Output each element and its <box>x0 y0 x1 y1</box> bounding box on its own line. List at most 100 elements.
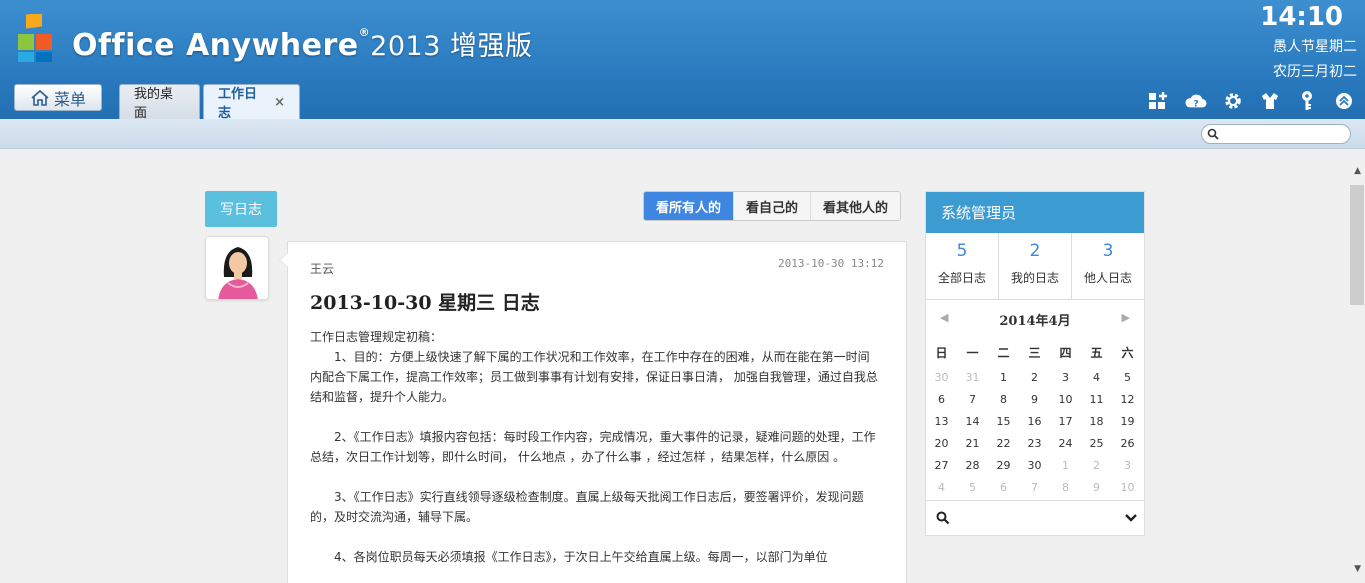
add-widget-icon[interactable] <box>1148 90 1170 112</box>
panel-title: 系统管理员 <box>926 192 1144 233</box>
app-header: Office Anywhere®2013 增强版 14:10 愚人节星期二 农历… <box>0 0 1365 121</box>
shirt-theme-icon[interactable] <box>1259 90 1281 112</box>
log-author[interactable]: 王云 <box>310 260 334 277</box>
calendar-day[interactable]: 6 <box>926 388 957 410</box>
search-input[interactable] <box>1201 124 1351 144</box>
tab-my-desktop[interactable]: 我的桌面 <box>119 84 200 121</box>
scroll-up-arrow-icon[interactable]: ▲ <box>1354 166 1361 176</box>
avatar[interactable] <box>205 236 269 300</box>
stat-all-logs[interactable]: 5 全部日志 <box>926 233 998 299</box>
calendar-day[interactable]: 4 <box>926 476 957 498</box>
calendar-day[interactable]: 27 <box>926 454 957 476</box>
calendar-day[interactable]: 23 <box>1019 432 1050 454</box>
calendar-day[interactable]: 21 <box>957 432 988 454</box>
search-icon <box>1207 128 1219 140</box>
calendar-day[interactable]: 5 <box>1112 366 1143 388</box>
stat-label: 我的日志 <box>1010 271 1059 285</box>
calendar-day[interactable]: 10 <box>1050 388 1081 410</box>
calendar-day[interactable]: 15 <box>988 410 1019 432</box>
user-log-panel: 系统管理员 5 全部日志 2 我的日志 3 他人日志 ◀ 2014年4月 ▶ 日… <box>925 191 1145 536</box>
log-intro: 工作日志管理规定初稿： <box>310 330 443 344</box>
chevron-down-icon[interactable] <box>1124 513 1138 523</box>
calendar-day[interactable]: 6 <box>988 476 1019 498</box>
calendar-day[interactable]: 28 <box>957 454 988 476</box>
stat-label: 他人日志 <box>1083 271 1132 285</box>
weekday-label: 四 <box>1059 345 1072 360</box>
tab-work-log[interactable]: 工作日志 × <box>203 84 300 121</box>
calendar-day[interactable]: 12 <box>1112 388 1143 410</box>
log-paragraph: 2、《工作日志》填报内容包括：每时段工作内容，完成情况，重大事件的记录，疑难问题… <box>310 430 876 464</box>
log-entry-card: 王云 2013-10-30 13:12 2013-10-30 星期三 日志 工作… <box>279 241 907 583</box>
tab-label: 我的桌面 <box>134 87 174 121</box>
log-paragraph: 4、各岗位职员每天必须填报《工作日志》，于次日上午交给直属上级。每周一，以部门为… <box>334 550 828 564</box>
calendar-day[interactable]: 18 <box>1081 410 1112 432</box>
calendar-day[interactable]: 13 <box>926 410 957 432</box>
calendar-day[interactable]: 1 <box>1050 454 1081 476</box>
calendar-day[interactable]: 5 <box>957 476 988 498</box>
log-filter-group: 看所有人的 看自己的 看其他人的 <box>643 191 902 221</box>
panel-search-bar[interactable] <box>926 500 1144 535</box>
calendar-day[interactable]: 19 <box>1112 410 1143 432</box>
calendar-day[interactable]: 7 <box>957 388 988 410</box>
menu-button[interactable]: 菜单 <box>14 84 102 111</box>
log-title[interactable]: 2013-10-30 星期三 日志 <box>310 288 540 315</box>
prev-month-icon[interactable]: ◀ <box>940 311 948 324</box>
weekday-label: 日 <box>935 345 948 360</box>
home-icon <box>31 89 49 106</box>
log-stats: 5 全部日志 2 我的日志 3 他人日志 <box>926 233 1144 300</box>
calendar-day[interactable]: 26 <box>1112 432 1143 454</box>
cloud-help-icon[interactable]: ? <box>1185 90 1207 112</box>
weekday-label: 一 <box>966 345 979 360</box>
collapse-up-icon[interactable] <box>1333 90 1355 112</box>
stat-my-logs[interactable]: 2 我的日志 <box>998 233 1071 299</box>
menu-label: 菜单 <box>53 89 86 109</box>
calendar-day[interactable]: 2 <box>1019 366 1050 388</box>
calendar-day[interactable]: 30 <box>926 366 957 388</box>
calendar-day[interactable]: 29 <box>988 454 1019 476</box>
calendar-day[interactable]: 20 <box>926 432 957 454</box>
calendar-day[interactable]: 3 <box>1112 454 1143 476</box>
filter-mine-button[interactable]: 看自己的 <box>733 192 810 220</box>
calendar-day[interactable]: 9 <box>1019 388 1050 410</box>
app-title: Office Anywhere®2013 增强版 <box>72 24 532 63</box>
holiday-weekday: 愚人节星期二 <box>1273 39 1357 55</box>
calendar-day[interactable]: 14 <box>957 410 988 432</box>
calendar-day[interactable]: 17 <box>1050 410 1081 432</box>
search-icon[interactable] <box>936 511 950 525</box>
write-log-button[interactable]: 写日志 <box>205 191 277 227</box>
calendar-day[interactable]: 8 <box>1050 476 1081 498</box>
calendar-day[interactable]: 10 <box>1112 476 1143 498</box>
gear-icon[interactable] <box>1222 90 1244 112</box>
calendar-day[interactable]: 11 <box>1081 388 1112 410</box>
calendar-day[interactable]: 24 <box>1050 432 1081 454</box>
calendar-day[interactable]: 1 <box>988 366 1019 388</box>
calendar-day[interactable]: 8 <box>988 388 1019 410</box>
calendar-month: 2014年4月 <box>999 313 1071 329</box>
calendar-day[interactable]: 16 <box>1019 410 1050 432</box>
calendar-day[interactable]: 9 <box>1081 476 1112 498</box>
weekday-label: 三 <box>1028 345 1041 360</box>
calendar-day[interactable]: 4 <box>1081 366 1112 388</box>
calendar-day[interactable]: 25 <box>1081 432 1112 454</box>
calendar-day[interactable]: 31 <box>957 366 988 388</box>
calendar-day[interactable]: 2 <box>1081 454 1112 476</box>
log-body: 工作日志管理规定初稿： 1、目的：方便上级快速了解下属的工作状况和工作效率，在工… <box>310 327 880 583</box>
log-paragraph: 1、目的：方便上级快速了解下属的工作状况和工作效率，在工作中存在的困难，从而在能… <box>310 350 878 404</box>
toolbar: ? <box>1148 90 1355 112</box>
calendar-day[interactable]: 7 <box>1019 476 1050 498</box>
scrollbar-thumb[interactable] <box>1350 185 1364 305</box>
filter-all-button[interactable]: 看所有人的 <box>644 192 734 220</box>
calendar-day[interactable]: 3 <box>1050 366 1081 388</box>
lunar-date: 农历三月初二 <box>1273 64 1357 80</box>
stat-others-logs[interactable]: 3 他人日志 <box>1071 233 1144 299</box>
calendar-day[interactable]: 22 <box>988 432 1019 454</box>
close-icon[interactable]: × <box>274 95 285 110</box>
calendar-day[interactable]: 30 <box>1019 454 1050 476</box>
version-label: 2013 增强版 <box>370 31 533 62</box>
key-icon[interactable] <box>1296 90 1318 112</box>
registered-mark: ® <box>358 26 371 39</box>
next-month-icon[interactable]: ▶ <box>1122 311 1130 324</box>
stat-count: 2 <box>1029 241 1041 261</box>
filter-others-button[interactable]: 看其他人的 <box>810 192 900 220</box>
scroll-down-arrow-icon[interactable]: ▼ <box>1354 564 1361 574</box>
